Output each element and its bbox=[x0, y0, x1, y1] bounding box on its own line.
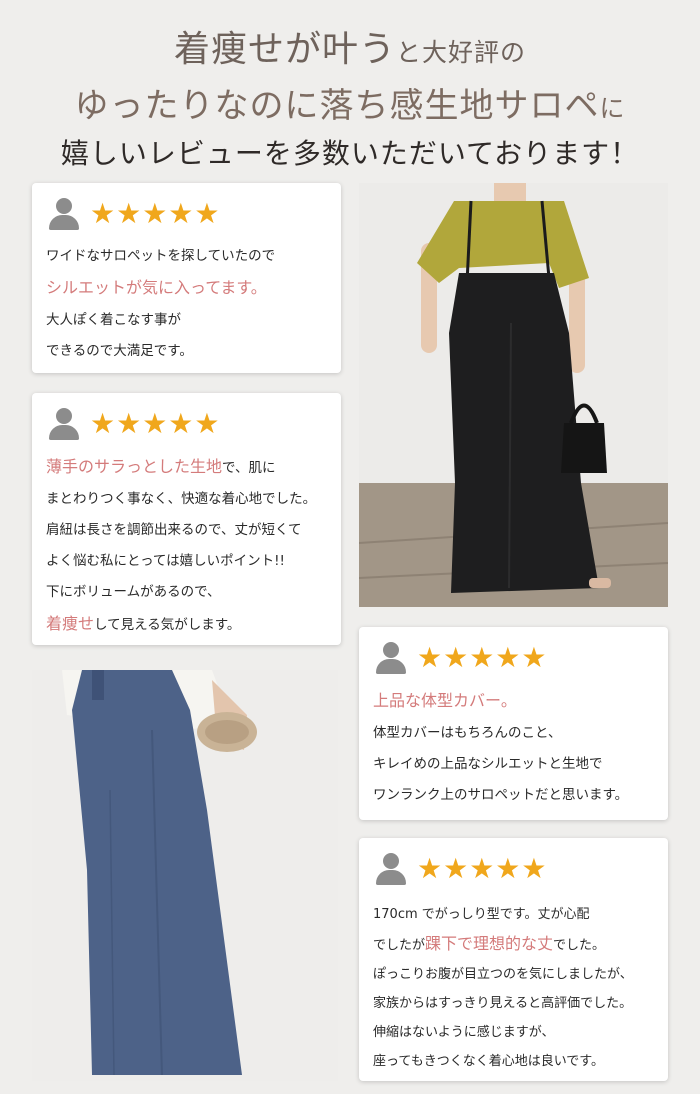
review-line: 下にボリュームがあるので、 bbox=[46, 577, 331, 608]
review-line: シルエットが気に入ってます。 bbox=[46, 272, 331, 305]
review-header: ★★★★★ bbox=[48, 197, 221, 231]
product-photo-black bbox=[359, 183, 668, 607]
user-avatar-icon bbox=[48, 198, 80, 230]
headline-1-rest: と大好評の bbox=[396, 38, 527, 67]
review-line: ワイドなサロペットを探していたので bbox=[46, 241, 331, 272]
navy-salopette-illustration bbox=[32, 670, 338, 1081]
review-text: 170cm でがっしり型です。丈が心配 でしたが踝下で理想的な丈でした。 ぽっこ… bbox=[373, 900, 658, 1076]
review-text: 上品な体型カバー。 体型カバーはもちろんのこと、 キレイめの上品なシルエットと生… bbox=[373, 685, 658, 811]
review-text-segment: まとわりつく事なく、快適な着心地でした。 bbox=[46, 491, 317, 507]
five-star-rating-icon: ★★★★★ bbox=[90, 197, 221, 230]
review-line: よく悩む私にとっては嬉しいポイント!! bbox=[46, 546, 331, 577]
review-highlight: 上品な体型カバー。 bbox=[373, 691, 517, 710]
review-line: 体型カバーはもちろんのこと、 bbox=[373, 718, 658, 749]
review-card-3: ★★★★★ 上品な体型カバー。 体型カバーはもちろんのこと、 キレイめの上品なシ… bbox=[359, 627, 668, 820]
review-line: キレイめの上品なシルエットと生地で bbox=[373, 749, 658, 780]
five-star-rating-icon: ★★★★★ bbox=[90, 407, 221, 440]
review-line: まとわりつく事なく、快適な着心地でした。 bbox=[46, 484, 331, 515]
review-highlight: シルエットが気に入ってます。 bbox=[46, 278, 267, 297]
five-star-rating-icon: ★★★★★ bbox=[417, 641, 548, 674]
review-text-segment: 170cm でがっしり型です。丈が心配 bbox=[373, 907, 590, 922]
review-text-segment: 伸縮はないように感じますが、 bbox=[373, 1025, 555, 1040]
user-avatar-icon bbox=[375, 642, 407, 674]
review-text-segment: ぽっこりお腹が目立つのを気にしましたが、 bbox=[373, 967, 633, 982]
review-text-segment: 下にボリュームがあるので、 bbox=[46, 584, 221, 600]
review-highlight: 踝下で理想的な丈 bbox=[425, 934, 554, 953]
review-text-segment: ワイドなサロペットを探していたので bbox=[46, 248, 276, 264]
review-text-segment: 体型カバーはもちろんのこと、 bbox=[373, 725, 562, 741]
headline-2-rest: に bbox=[599, 94, 626, 123]
product-photo-navy bbox=[32, 670, 338, 1081]
review-line: 着痩せして見える気がします。 bbox=[46, 608, 331, 641]
review-line: 家族からはすっきり見えると高評価でした。 bbox=[373, 989, 658, 1018]
review-line: 座ってもきつくなく着心地は良いです。 bbox=[373, 1047, 658, 1076]
review-line: ワンランク上のサロペットだと思います。 bbox=[373, 780, 658, 811]
review-header: ★★★★★ bbox=[375, 852, 548, 886]
review-text-segment: でした。 bbox=[553, 938, 606, 953]
headline-1-emphasis: 着痩せが叶う bbox=[173, 29, 396, 70]
review-card-4: ★★★★★ 170cm でがっしり型です。丈が心配 でしたが踝下で理想的な丈でし… bbox=[359, 838, 668, 1081]
headline-line-1: 着痩せが叶うと大好評の bbox=[0, 20, 700, 72]
review-text-segment: で、肌に bbox=[222, 460, 276, 476]
review-highlight: 着痩せ bbox=[46, 614, 95, 633]
five-star-rating-icon: ★★★★★ bbox=[417, 852, 548, 885]
review-line: 上品な体型カバー。 bbox=[373, 685, 658, 718]
review-line: 肩紐は長さを調節出来るので、丈が短くて bbox=[46, 515, 331, 546]
review-header: ★★★★★ bbox=[375, 641, 548, 675]
review-line: ぽっこりお腹が目立つのを気にしましたが、 bbox=[373, 960, 658, 989]
headline-line-3: 嬉しいレビューを多数いただいております！ bbox=[60, 137, 640, 170]
review-text: ワイドなサロペットを探していたので シルエットが気に入ってます。 大人ぽく着こな… bbox=[46, 241, 331, 367]
review-card-2: ★★★★★ 薄手のサラっとした生地で、肌に まとわりつく事なく、快適な着心地でし… bbox=[32, 393, 341, 645]
headline-2-emphasis: ゆったりなのに落ち感生地サロペ bbox=[74, 86, 600, 126]
review-card-1: ★★★★★ ワイドなサロペットを探していたので シルエットが気に入ってます。 大… bbox=[32, 183, 341, 373]
review-text-segment: 大人ぽく着こなす事が bbox=[46, 312, 181, 328]
review-header: ★★★★★ bbox=[48, 407, 221, 441]
review-text: 薄手のサラっとした生地で、肌に まとわりつく事なく、快適な着心地でした。 肩紐は… bbox=[46, 451, 331, 641]
review-line: 薄手のサラっとした生地で、肌に bbox=[46, 451, 331, 484]
review-highlight: 薄手のサラっとした生地 bbox=[46, 457, 223, 476]
black-salopette-illustration bbox=[359, 183, 668, 607]
review-text-segment: 肩紐は長さを調節出来るので、丈が短くて bbox=[46, 522, 302, 538]
review-line: 170cm でがっしり型です。丈が心配 bbox=[373, 900, 658, 929]
review-line: 大人ぽく着こなす事が bbox=[46, 305, 331, 336]
user-avatar-icon bbox=[375, 853, 407, 885]
review-text-segment: 家族からはすっきり見えると高評価でした。 bbox=[373, 996, 633, 1011]
headline-line-2: ゆったりなのに落ち感生地サロペに bbox=[0, 78, 700, 127]
review-text-segment: キレイめの上品なシルエットと生地で bbox=[373, 756, 603, 772]
user-avatar-icon bbox=[48, 408, 80, 440]
review-text-segment: して見える気がします。 bbox=[94, 617, 241, 633]
review-line: できるので大満足です。 bbox=[46, 336, 331, 367]
review-line: でしたが踝下で理想的な丈でした。 bbox=[373, 929, 658, 960]
review-line: 伸縮はないように感じますが、 bbox=[373, 1018, 658, 1047]
review-text-segment: でしたが bbox=[373, 938, 426, 953]
review-text-segment: よく悩む私にとっては嬉しいポイント!! bbox=[46, 553, 285, 569]
review-text-segment: できるので大満足です。 bbox=[46, 343, 193, 359]
review-text-segment: 座ってもきつくなく着心地は良いです。 bbox=[373, 1054, 605, 1069]
review-text-segment: ワンランク上のサロペットだと思います。 bbox=[373, 787, 629, 803]
